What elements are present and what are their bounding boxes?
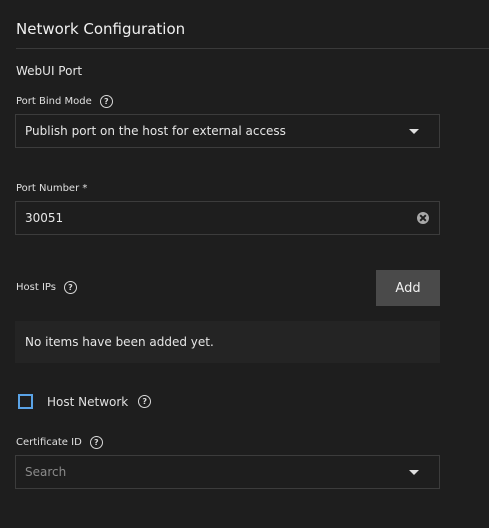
- host-ips-label-text: Host IPs: [16, 282, 56, 293]
- port-number-label: Port Number *: [16, 183, 87, 194]
- chevron-down-icon: [409, 470, 419, 475]
- chevron-down-icon: [409, 129, 419, 134]
- port-bind-mode-label-text: Port Bind Mode: [16, 96, 92, 107]
- help-icon[interactable]: ?: [89, 436, 103, 449]
- port-bind-mode-value: Publish port on the host for external ac…: [25, 124, 286, 138]
- port-number-value: 30051: [25, 211, 64, 225]
- host-network-label: Host Network: [47, 394, 129, 409]
- clear-icon[interactable]: [417, 212, 429, 224]
- port-number-input[interactable]: 30051: [15, 201, 440, 235]
- add-host-ip-button[interactable]: Add: [376, 270, 440, 306]
- network-configuration-form: Network Configuration WebUI Port Port Bi…: [0, 0, 489, 528]
- port-bind-mode-label: Port Bind Mode ?: [16, 95, 113, 108]
- help-icon[interactable]: ?: [63, 281, 77, 294]
- port-bind-mode-select[interactable]: Publish port on the host for external ac…: [15, 114, 440, 148]
- certificate-id-label: Certificate ID ?: [16, 436, 103, 449]
- help-icon[interactable]: ?: [138, 395, 152, 408]
- section-title: Network Configuration: [16, 20, 186, 38]
- certificate-id-label-text: Certificate ID: [16, 437, 82, 448]
- section-divider: [16, 48, 489, 49]
- certificate-search-placeholder: Search: [25, 465, 67, 479]
- empty-list-message: No items have been added yet.: [25, 335, 214, 349]
- subsection-title: WebUI Port: [16, 64, 83, 78]
- port-number-label-text: Port Number *: [16, 183, 88, 194]
- host-network-row: Host Network ?: [18, 394, 152, 409]
- certificate-id-select[interactable]: Search: [15, 455, 440, 489]
- help-icon[interactable]: ?: [99, 95, 113, 108]
- host-ips-list: No items have been added yet.: [15, 321, 440, 363]
- host-ips-label: Host IPs ?: [16, 281, 77, 294]
- host-network-checkbox[interactable]: [18, 394, 33, 409]
